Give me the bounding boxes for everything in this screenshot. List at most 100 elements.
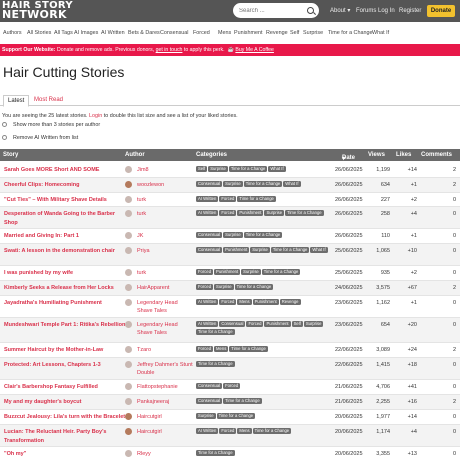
category-link[interactable]: Time for a Change — [328, 30, 372, 36]
table-row[interactable]: Married and Giving In: Part 1 JK Consensua… — [0, 229, 460, 244]
table-row[interactable]: Swati: A lesson in the demonstration cha… — [0, 244, 460, 266]
story-author[interactable]: Haircutgirl — [137, 428, 162, 436]
story-title[interactable]: Swati: A lesson in the demonstration cha… — [4, 247, 115, 256]
table-row[interactable]: Jayadratha's Humiliating Punishment Legen… — [0, 296, 460, 318]
story-author[interactable]: Priya — [137, 247, 150, 255]
nav-login[interactable]: Log In — [378, 0, 395, 22]
table-row[interactable]: I was punished by my wife turk Forced Punis… — [0, 266, 460, 281]
category-tag[interactable]: Punishment — [214, 269, 241, 275]
table-row[interactable]: Lucian: The Reluctant Heir. Party Boy's T… — [0, 425, 460, 447]
tab-most-read[interactable]: Most Read — [34, 95, 63, 106]
avatar[interactable] — [125, 398, 132, 405]
donate-button[interactable]: Donate — [427, 5, 455, 17]
category-tag[interactable]: Surprise — [223, 232, 243, 238]
remove-ai-option[interactable]: Remove AI Written from list — [2, 135, 78, 141]
nav-forums[interactable]: Forums — [356, 0, 376, 22]
category-tag[interactable]: Revenge — [279, 299, 301, 305]
story-author[interactable]: woozlewon — [137, 181, 164, 189]
table-row[interactable]: Cheerful Clips: Homecoming woozlewon Conse… — [0, 178, 460, 193]
search-input[interactable] — [239, 5, 303, 16]
table-row[interactable]: Desperation of Wanda Going to the Barber… — [0, 207, 460, 229]
category-tag[interactable]: Time for a Change — [261, 269, 301, 275]
category-link[interactable]: Self — [290, 30, 299, 36]
avatar[interactable] — [125, 247, 132, 254]
nav-register[interactable]: Register — [399, 0, 421, 22]
category-tag[interactable]: Surprise — [208, 166, 228, 172]
category-tag[interactable]: Time for a Change — [196, 328, 235, 335]
table-row[interactable]: Protected: Art Lessons, Chapters 1-3 Jeff… — [0, 358, 460, 380]
story-author[interactable]: Rleyy — [137, 450, 151, 458]
col-author[interactable]: Author — [125, 152, 145, 158]
story-title[interactable]: Buzzcut Jealousy: Lila's turn with the B… — [4, 413, 125, 422]
category-tag[interactable]: Time for a Change — [216, 413, 256, 419]
col-categories[interactable]: Categories — [196, 152, 227, 158]
category-tag[interactable]: Time for a Change — [243, 181, 283, 187]
category-tag[interactable]: Mens — [214, 346, 229, 352]
search-box[interactable] — [233, 3, 319, 18]
avatar[interactable] — [125, 166, 132, 173]
avatar[interactable] — [125, 232, 132, 239]
table-row[interactable]: Clair's Barbershop Fantasy Fulfilled Flat… — [0, 380, 460, 395]
story-title[interactable]: Mundeshwari Temple Part 1: Ritika's Rebe… — [4, 321, 125, 330]
story-author[interactable]: Flattopstephanie — [137, 383, 178, 391]
category-link[interactable]: All Stories — [27, 30, 51, 36]
category-link[interactable]: Mens — [218, 30, 231, 36]
story-author[interactable]: HairApparent — [137, 284, 169, 292]
category-tag[interactable]: Forced — [196, 269, 214, 275]
story-title[interactable]: Protected: Art Lessons, Chapters 1-3 — [4, 361, 101, 370]
category-tag[interactable]: Punishment — [237, 210, 264, 216]
category-link[interactable]: Authors — [3, 30, 22, 36]
story-author[interactable]: Jim8 — [137, 166, 149, 174]
category-link[interactable]: All Tags — [54, 30, 73, 36]
story-author[interactable]: turk — [137, 269, 146, 277]
story-author[interactable]: JK — [137, 232, 143, 240]
category-tag[interactable]: Consensual — [196, 232, 223, 238]
show-more-option[interactable]: Show more than 3 stories per author — [2, 122, 100, 128]
avatar[interactable] — [125, 383, 132, 390]
story-title[interactable]: Summer Haircut by the Mother-in-Law — [4, 346, 103, 355]
story-author[interactable]: turk — [137, 210, 146, 218]
category-tag[interactable]: Forced — [223, 383, 241, 389]
story-title[interactable]: Lucian: The Reluctant Heir. Party Boy's T… — [4, 428, 106, 446]
search-icon[interactable] — [307, 7, 314, 14]
avatar[interactable] — [125, 210, 132, 217]
category-tag[interactable]: Surprise — [241, 269, 261, 275]
category-link[interactable]: Bets & Dares — [128, 30, 160, 36]
story-title[interactable]: Kimberly Seeks a Release from Her Locks — [4, 284, 114, 293]
category-link[interactable]: AI Images — [74, 30, 98, 36]
category-tag[interactable]: What If — [283, 181, 301, 187]
story-title[interactable]: Clair's Barbershop Fantasy Fulfilled — [4, 383, 98, 392]
table-row[interactable]: Sarah Goes MORE Short AND SOME Jim8 Self Su… — [0, 163, 460, 178]
category-link[interactable]: AI Written — [101, 30, 125, 36]
category-link[interactable]: Punishment — [234, 30, 262, 36]
col-comments[interactable]: Comments — [421, 152, 452, 158]
category-tag[interactable]: Forced — [196, 284, 214, 290]
category-tag[interactable]: Mens — [237, 428, 252, 434]
avatar[interactable] — [125, 269, 132, 276]
table-row[interactable]: "Oh my" Rleyy Time for a Change 20/06/2025 3… — [0, 447, 460, 460]
story-author[interactable]: turk — [137, 196, 146, 204]
story-author[interactable]: Tzaro — [137, 346, 151, 354]
story-title[interactable]: My and my daughter's boycut — [4, 398, 81, 407]
avatar[interactable] — [125, 299, 132, 306]
avatar[interactable] — [125, 361, 132, 368]
category-tag[interactable]: Consensual — [196, 383, 223, 389]
table-row[interactable]: Summer Haircut by the Mother-in-Law Tzaro… — [0, 343, 460, 358]
category-link[interactable]: What If — [372, 30, 389, 36]
category-tag[interactable]: AI Written — [196, 196, 219, 202]
story-title[interactable]: Cheerful Clips: Homecoming — [4, 181, 79, 190]
category-tag[interactable]: Mens — [237, 299, 252, 305]
col-story[interactable]: Story — [3, 152, 18, 158]
story-title[interactable]: Sarah Goes MORE Short AND SOME — [4, 166, 99, 175]
story-title[interactable]: Married and Giving In: Part 1 — [4, 232, 79, 241]
category-tag[interactable]: Consensual — [196, 398, 223, 404]
category-tag[interactable]: Forced — [246, 321, 264, 327]
category-link[interactable]: Revenge — [266, 30, 288, 36]
table-row[interactable]: Kimberly Seeks a Release from Her Locks H… — [0, 281, 460, 296]
avatar[interactable] — [125, 181, 132, 188]
buy-me-a-coffee-link[interactable]: Buy Me A Coffee — [235, 47, 274, 53]
story-title[interactable]: "Cut Ties" – With Military Shave Details — [4, 196, 107, 205]
category-tag[interactable]: Time for a Change — [237, 196, 276, 202]
category-tag[interactable]: Time for a Change — [228, 166, 268, 172]
category-tag[interactable]: What If — [310, 247, 328, 253]
